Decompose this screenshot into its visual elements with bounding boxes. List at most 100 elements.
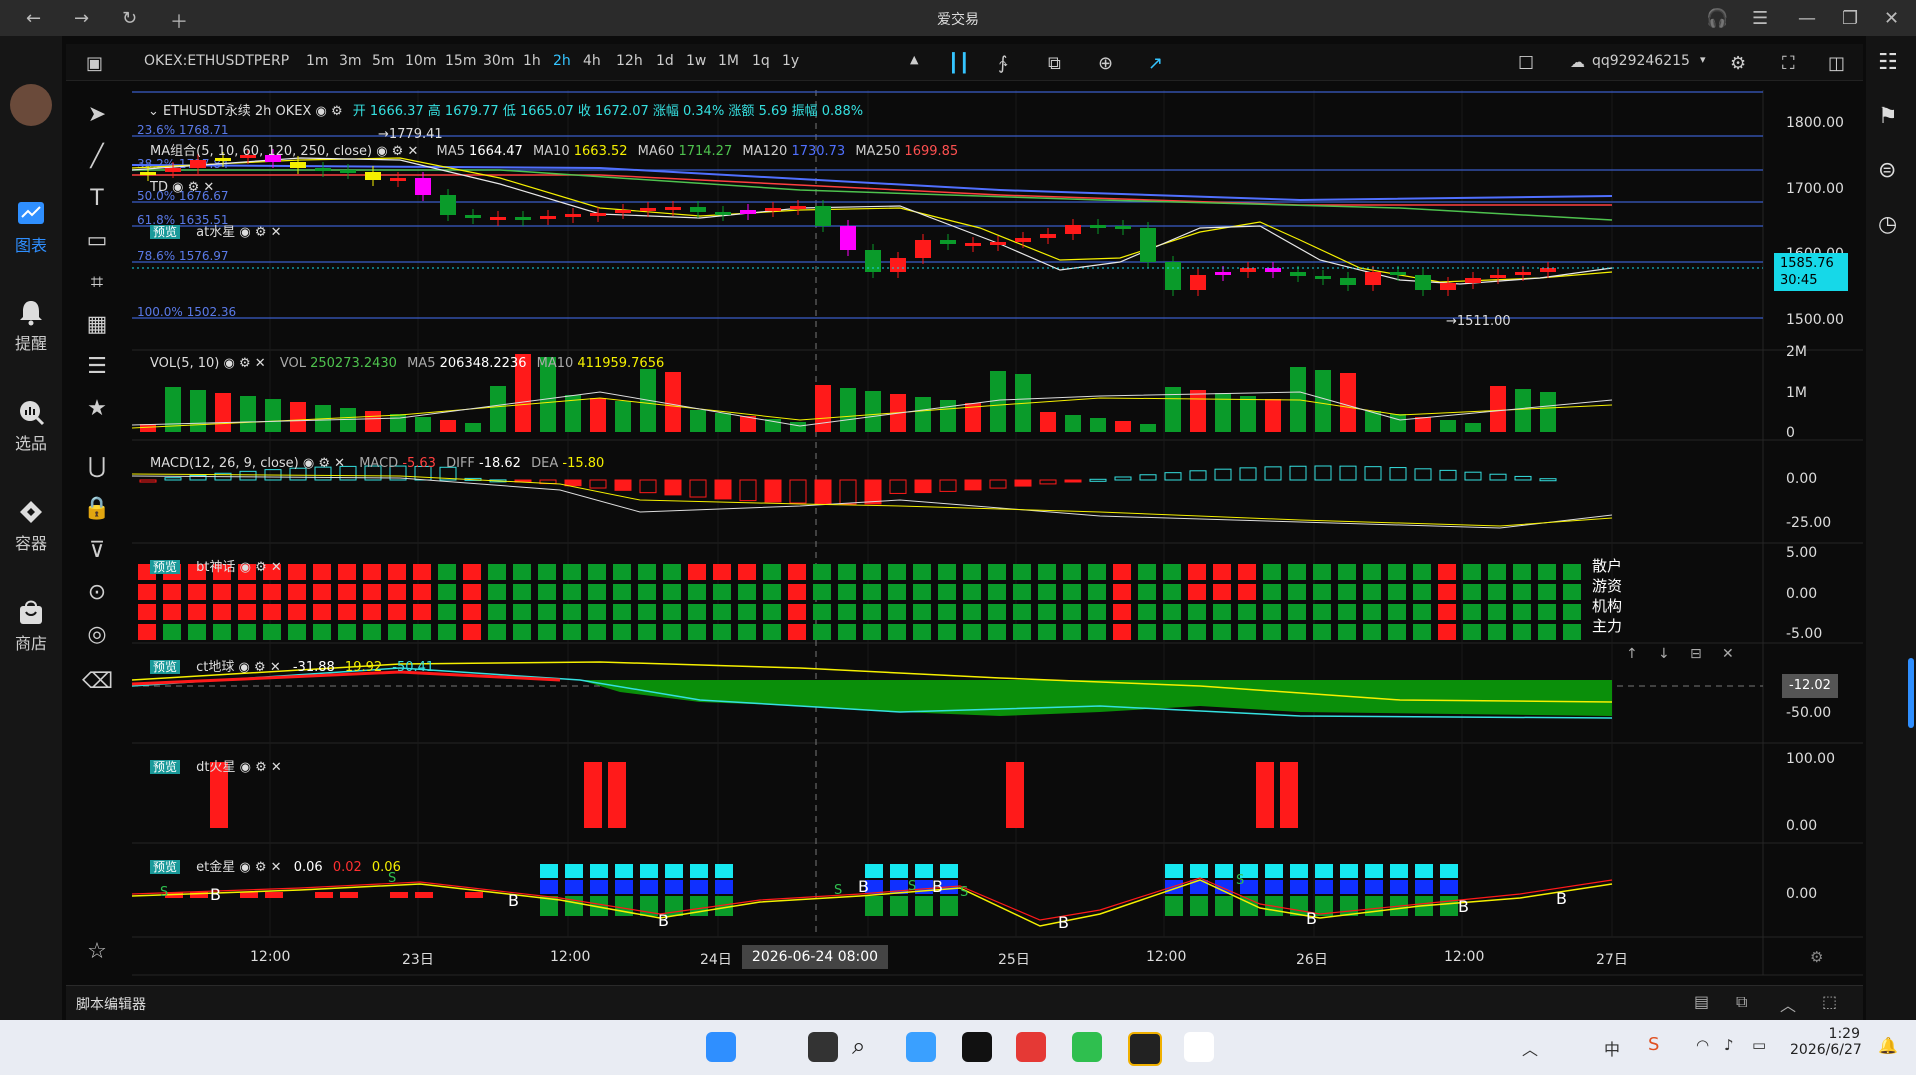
external-icon[interactable]: ⧉ bbox=[1736, 992, 1747, 1012]
preview-badge[interactable]: 预览 bbox=[150, 560, 181, 574]
gear-icon[interactable]: ⚙ bbox=[388, 144, 404, 159]
chevron-up-icon[interactable]: ︿ bbox=[1780, 992, 1796, 1016]
volume-bar bbox=[1515, 389, 1531, 432]
macd-v-label: MACD bbox=[359, 456, 399, 471]
bt-cell bbox=[338, 604, 356, 620]
bt-cell bbox=[1538, 604, 1556, 620]
y-tick: 1700.00 bbox=[1786, 181, 1844, 197]
trading-app-icon[interactable] bbox=[1128, 1032, 1162, 1066]
clock[interactable]: 1:29 2026/6/27 bbox=[1790, 1026, 1862, 1058]
bt-cell bbox=[313, 584, 331, 600]
collapse-icon[interactable]: ⌄ bbox=[148, 104, 159, 119]
bt-cell bbox=[388, 564, 406, 580]
eye-icon[interactable]: ◉ bbox=[239, 660, 250, 675]
clock-icon[interactable]: ◷ bbox=[1878, 212, 1897, 237]
pane-up-icon[interactable]: ↑ bbox=[1626, 646, 1638, 662]
pane-down-icon[interactable]: ↓ bbox=[1658, 646, 1670, 662]
browser-icon[interactable] bbox=[1072, 1032, 1102, 1062]
gear-icon[interactable]: ⚙ bbox=[183, 180, 200, 195]
preview-badge[interactable]: 预览 bbox=[150, 860, 181, 874]
candle bbox=[740, 210, 756, 214]
volume-bar bbox=[1440, 420, 1456, 432]
chart-canvas[interactable]: 23.6% 1768.7138.2% 1717.8450.0% 1676.676… bbox=[0, 0, 1916, 1075]
eye-icon[interactable]: ◉ bbox=[239, 225, 250, 240]
candle bbox=[865, 250, 881, 272]
et-b-marker: B bbox=[932, 877, 943, 896]
close-icon[interactable]: ✕ bbox=[199, 180, 214, 195]
bt-cell bbox=[713, 624, 731, 640]
pane-maximize-icon[interactable]: ⊟ bbox=[1690, 646, 1702, 662]
close-icon[interactable]: ✕ bbox=[267, 760, 282, 775]
et-cell bbox=[665, 864, 683, 878]
search-icon[interactable]: ⌕ bbox=[852, 1032, 882, 1062]
wifi-icon[interactable]: ◠ bbox=[1696, 1036, 1709, 1054]
macd-bar bbox=[764, 479, 782, 503]
wps-icon[interactable] bbox=[1016, 1032, 1046, 1062]
gear-icon[interactable]: ⚙ bbox=[235, 356, 251, 371]
gear-icon[interactable]: ⚙ bbox=[251, 225, 267, 240]
macd-bar bbox=[639, 479, 657, 494]
bt-cell bbox=[538, 624, 556, 640]
eye-icon[interactable]: ◉ bbox=[239, 860, 250, 875]
scrollbar[interactable] bbox=[1908, 658, 1914, 728]
eye-icon[interactable]: ◉ bbox=[172, 180, 183, 195]
axis-settings-icon[interactable]: ⚙ bbox=[1810, 948, 1823, 966]
bt-cell bbox=[1463, 564, 1481, 580]
bt-cell bbox=[1113, 564, 1131, 580]
gear-icon[interactable]: ⚙ bbox=[314, 456, 330, 471]
start-icon[interactable] bbox=[706, 1032, 736, 1062]
eye-icon[interactable]: ◉ bbox=[316, 104, 327, 119]
macd-bar bbox=[1064, 479, 1082, 483]
close-icon[interactable]: ✕ bbox=[403, 144, 418, 159]
eye-icon[interactable]: ◉ bbox=[240, 760, 251, 775]
close-icon[interactable]: ✕ bbox=[267, 860, 282, 875]
notification-icon[interactable]: 🔔 bbox=[1878, 1036, 1898, 1055]
maximize-icon[interactable]: ⬚ bbox=[1822, 992, 1837, 1011]
flag-icon[interactable]: ⚑ bbox=[1878, 104, 1898, 129]
preview-badge[interactable]: 预览 bbox=[150, 660, 181, 674]
gear-icon[interactable]: ⚙ bbox=[251, 560, 267, 575]
pane-close-icon[interactable]: ✕ bbox=[1722, 646, 1734, 662]
gear-icon[interactable]: ⚙ bbox=[251, 760, 267, 775]
volume-bar bbox=[290, 402, 306, 432]
close-icon[interactable]: ✕ bbox=[267, 560, 282, 575]
ime-icon[interactable]: 中 bbox=[1604, 1036, 1620, 1060]
et-cell bbox=[690, 864, 708, 878]
tray-app-icon[interactable]: S bbox=[1648, 1034, 1659, 1055]
et-cell bbox=[390, 892, 408, 898]
app-icon[interactable] bbox=[808, 1032, 838, 1062]
x-tick: 26日 bbox=[1296, 952, 1328, 968]
bt-cell bbox=[138, 604, 156, 620]
tray-chevron-icon[interactable]: ︿ bbox=[1522, 1036, 1538, 1060]
eye-icon[interactable]: ◉ bbox=[303, 456, 314, 471]
bt-cell bbox=[688, 604, 706, 620]
battery-icon[interactable]: ▭ bbox=[1752, 1036, 1766, 1054]
close-icon[interactable]: ✕ bbox=[266, 660, 281, 675]
macd-bar bbox=[1289, 465, 1307, 481]
candle bbox=[515, 217, 531, 220]
calendar-icon[interactable]: ▤ bbox=[1694, 992, 1709, 1011]
script-editor-label[interactable]: 脚本编辑器 bbox=[76, 994, 146, 1014]
close-icon[interactable]: ✕ bbox=[251, 356, 266, 371]
tiktok-icon[interactable] bbox=[962, 1032, 992, 1062]
compare-chart-icon[interactable]: ⊜ bbox=[1878, 158, 1896, 183]
list-icon[interactable]: ☷ bbox=[1878, 50, 1898, 75]
bt-cell bbox=[788, 564, 806, 580]
bt-cell bbox=[913, 624, 931, 640]
bt-cell bbox=[1163, 624, 1181, 640]
close-icon[interactable]: ✕ bbox=[267, 225, 282, 240]
gear-icon[interactable]: ⚙ bbox=[250, 660, 266, 675]
x-tick: 24日 bbox=[700, 952, 732, 968]
eye-icon[interactable]: ◉ bbox=[240, 560, 251, 575]
gear-icon[interactable]: ⚙ bbox=[327, 104, 343, 119]
chat-icon[interactable] bbox=[906, 1032, 936, 1062]
qq-icon[interactable] bbox=[1184, 1032, 1214, 1062]
eye-icon[interactable]: ◉ bbox=[376, 144, 387, 159]
bt-cell bbox=[263, 584, 281, 600]
gear-icon[interactable]: ⚙ bbox=[251, 860, 267, 875]
volume-icon[interactable]: ♪ bbox=[1724, 1036, 1734, 1054]
preview-badge[interactable]: 预览 bbox=[150, 760, 181, 774]
preview-badge[interactable]: 预览 bbox=[150, 225, 181, 239]
eye-icon[interactable]: ◉ bbox=[224, 356, 235, 371]
close-icon[interactable]: ✕ bbox=[330, 456, 345, 471]
